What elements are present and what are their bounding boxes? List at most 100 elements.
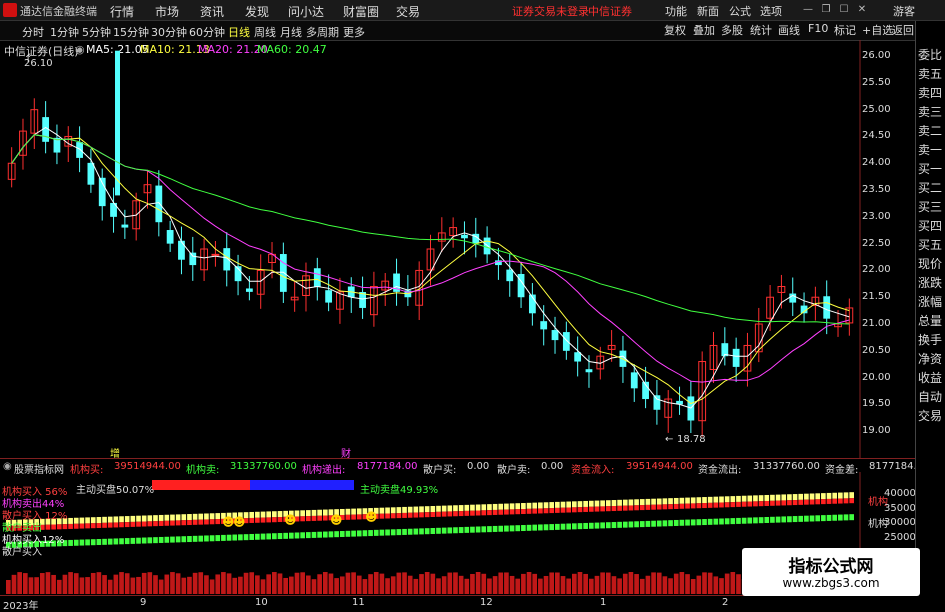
quote-field-label[interactable]: 交易 — [918, 407, 945, 424]
period-30min[interactable]: 30分钟 — [151, 24, 187, 40]
flow-bar-red — [628, 505, 634, 511]
quote-field-label[interactable]: 卖一 — [918, 141, 945, 158]
flow-bar-red — [62, 524, 68, 530]
quote-field-label[interactable]: 买五 — [918, 236, 945, 253]
flow-bar-red — [622, 505, 628, 511]
volume-bars — [6, 572, 854, 594]
flow-bar-red — [124, 522, 130, 528]
menu-wealth[interactable]: 财富圈 — [343, 3, 379, 20]
overlay-button[interactable]: 叠加 — [693, 22, 715, 38]
quote-field-label[interactable]: 收益 — [918, 369, 945, 386]
menu-discover[interactable]: 发现 — [245, 3, 269, 20]
flow-bar-green — [424, 528, 430, 535]
flow-bar-yellow — [464, 504, 470, 511]
period-timeshare[interactable]: 分时 — [22, 24, 44, 40]
menu-market[interactable]: 市场 — [155, 3, 179, 20]
volume-bar — [572, 573, 577, 594]
quote-field-label[interactable]: 净资 — [918, 350, 945, 367]
menu-functions[interactable]: 功能 — [665, 3, 687, 19]
price-tick: 19.50 — [862, 398, 891, 410]
menu-formula[interactable]: 公式 — [729, 3, 751, 19]
menu-options[interactable]: 选项 — [760, 3, 782, 19]
period-monthly[interactable]: 月线 — [280, 24, 302, 40]
quote-field-label[interactable]: 买二 — [918, 179, 945, 196]
quote-field-label[interactable]: 买四 — [918, 217, 945, 234]
flow-bar-red — [804, 499, 809, 505]
flow-bar-red — [277, 517, 283, 523]
close-icon[interactable]: ✕ — [854, 2, 870, 17]
period-multi[interactable]: 多周期 — [306, 24, 339, 40]
quote-field-label[interactable]: 自动 — [918, 388, 945, 405]
flow-bar-yellow — [787, 494, 792, 501]
flow-bar-green — [232, 534, 238, 541]
adjust-button[interactable]: 复权 — [664, 22, 686, 38]
indicator-item-value: 31337760.00 — [230, 461, 297, 472]
menu-new-page[interactable]: 新面 — [697, 3, 719, 19]
flow-bar-red — [656, 504, 662, 510]
f10-button[interactable]: F10 — [808, 22, 828, 38]
restore-icon[interactable]: ❐ — [818, 2, 834, 17]
quote-field-label[interactable]: 卖三 — [918, 103, 945, 120]
volume-bar — [305, 575, 311, 594]
quote-field-label[interactable]: 买一 — [918, 160, 945, 177]
menu-ask[interactable]: 问小达 — [288, 3, 324, 20]
volume-bar — [221, 572, 226, 594]
flow-bar-yellow — [770, 494, 775, 501]
period-60min[interactable]: 60分钟 — [189, 24, 225, 40]
add-watchlist-button[interactable]: +自选 — [862, 22, 893, 38]
quote-field-label[interactable]: 总量 — [918, 312, 945, 329]
flow-bar-green — [668, 520, 673, 527]
period-1min[interactable]: 1分钟 — [50, 24, 79, 40]
indicator-menu-icon[interactable]: ◉ — [3, 461, 12, 472]
period-15min[interactable]: 15分钟 — [113, 24, 149, 40]
flow-bar-yellow — [849, 492, 854, 499]
flow-bar-yellow — [509, 503, 515, 510]
flow-bar-yellow — [560, 501, 566, 508]
menu-trade[interactable]: 交易 — [396, 3, 420, 20]
flow-bar-red — [753, 501, 758, 507]
draw-button[interactable]: 画线 — [778, 22, 800, 38]
quote-field-label[interactable]: 卖二 — [918, 122, 945, 139]
period-daily[interactable]: 日线 — [228, 24, 250, 40]
quote-field-label[interactable]: 卖四 — [918, 84, 945, 101]
quote-field-label[interactable]: 委比 — [918, 46, 945, 63]
stats-button[interactable]: 统计 — [750, 22, 772, 38]
period-more[interactable]: 更多 — [343, 24, 365, 40]
volume-bar — [192, 572, 198, 594]
quote-field-label[interactable]: 现价 — [918, 255, 945, 272]
minimize-icon[interactable]: — — [800, 2, 816, 17]
back-button[interactable]: 返回 — [892, 22, 914, 38]
flow-bar-red — [147, 521, 153, 527]
volume-bar — [447, 572, 453, 594]
flow-bar-green — [458, 527, 464, 534]
volume-bar — [141, 572, 147, 594]
candlestick-chart[interactable] — [0, 40, 915, 458]
flow-bar-green — [158, 536, 164, 543]
flow-bar-red — [419, 512, 424, 518]
flow-bar-red — [413, 512, 419, 518]
quote-field-label[interactable]: 买三 — [918, 198, 945, 215]
login-status[interactable]: 证券交易未登录 — [512, 3, 589, 19]
guest-button[interactable]: 游客 — [893, 3, 915, 19]
mark-button[interactable]: 标记 — [834, 22, 856, 38]
period-weekly[interactable]: 周线 — [254, 24, 276, 40]
multi-stock-button[interactable]: 多股 — [721, 22, 743, 38]
period-5min[interactable]: 5分钟 — [82, 24, 111, 40]
menu-quotes[interactable]: 行情 — [110, 3, 134, 20]
flow-bar-yellow — [504, 503, 509, 510]
quote-field-label[interactable]: 涨跌 — [918, 274, 945, 291]
flow-bar-red — [577, 507, 583, 513]
flow-bar-red — [730, 502, 736, 508]
menu-news[interactable]: 资讯 — [200, 3, 224, 20]
app-title: 通达信金融终端 — [20, 5, 97, 18]
flow-bar-red — [645, 504, 651, 510]
flow-bar-yellow — [272, 511, 277, 518]
quote-field-label[interactable]: 涨幅 — [918, 293, 945, 310]
volume-bar — [232, 577, 238, 594]
quote-field-label[interactable]: 卖五 — [918, 65, 945, 82]
volume-bar — [153, 575, 158, 594]
maximize-icon[interactable]: ☐ — [836, 2, 852, 17]
quote-field-label[interactable]: 换手 — [918, 331, 945, 348]
volume-bar — [96, 572, 102, 594]
flow-bar-green — [113, 538, 119, 545]
